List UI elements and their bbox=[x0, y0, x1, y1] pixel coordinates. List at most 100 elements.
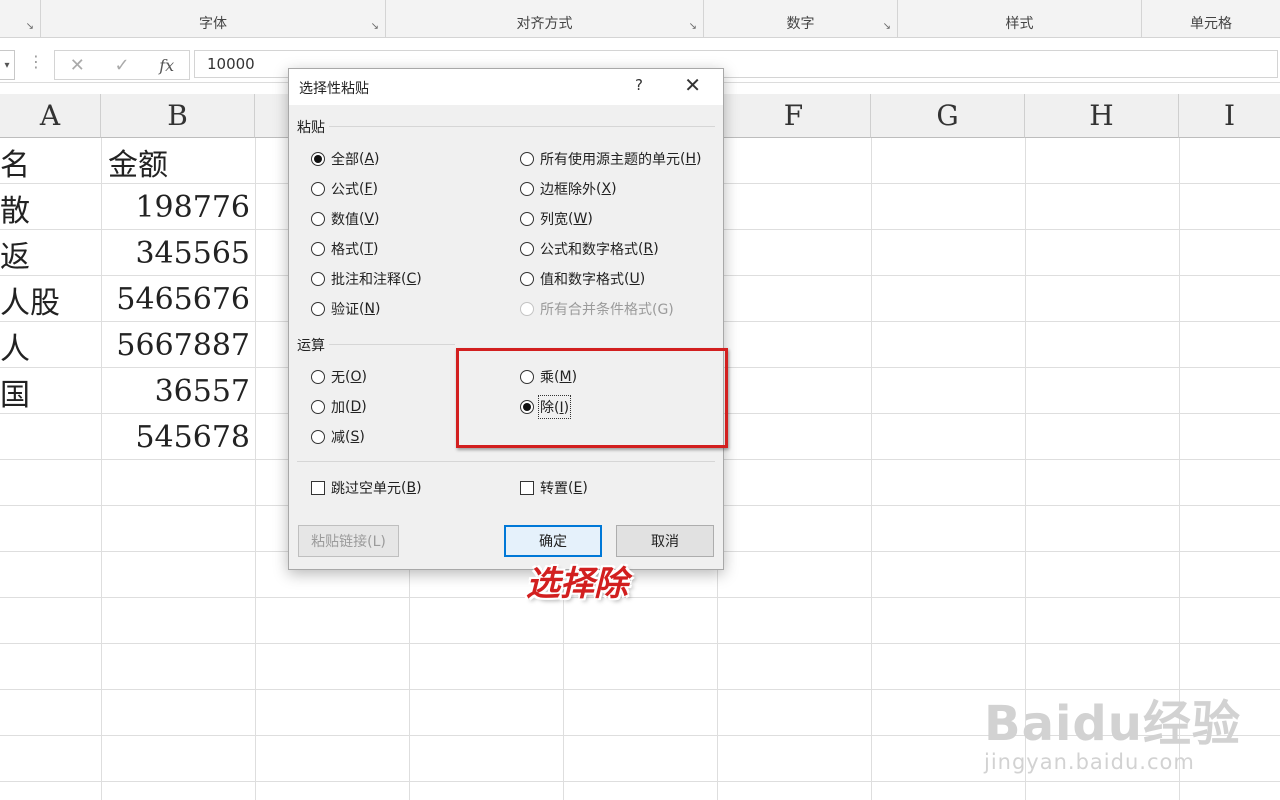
highlight-box bbox=[456, 348, 728, 448]
number-launcher-icon[interactable]: ↘ bbox=[883, 21, 891, 32]
radio-button bbox=[520, 302, 534, 316]
option-hotkey: F bbox=[364, 181, 373, 197]
column-header-b[interactable]: B bbox=[101, 94, 255, 138]
cancel-formula-icon[interactable]: ✕ bbox=[70, 55, 85, 76]
radio-op-add[interactable]: 加(D) bbox=[311, 397, 367, 417]
column-header-a[interactable]: A bbox=[0, 94, 101, 138]
checkbox[interactable] bbox=[520, 481, 534, 495]
cell-a3[interactable]: 返 bbox=[0, 231, 100, 276]
dialog-title-bar[interactable]: 选择性粘贴 ? ✕ bbox=[289, 69, 723, 105]
cell-b1[interactable]: 金额 bbox=[104, 139, 254, 184]
radio-button[interactable] bbox=[311, 400, 325, 414]
ribbon-group-cells: 单元格 bbox=[1142, 0, 1280, 37]
insert-function-icon[interactable]: fx bbox=[159, 56, 174, 75]
radio-button[interactable] bbox=[311, 430, 325, 444]
radio-button[interactable] bbox=[311, 212, 325, 226]
radio-paste-formats[interactable]: 格式(T) bbox=[311, 239, 379, 259]
option-hotkey: T bbox=[364, 241, 374, 257]
radio-paste-formulas[interactable]: 公式(F) bbox=[311, 179, 378, 199]
radio-button[interactable] bbox=[520, 242, 534, 256]
cell-a5[interactable]: 人 bbox=[0, 323, 100, 368]
option-hotkey: O bbox=[350, 369, 362, 385]
alignment-launcher-icon[interactable]: ↘ bbox=[689, 21, 697, 32]
formula-bar-buttons: ✕ ✓ fx bbox=[54, 50, 190, 80]
radio-button[interactable] bbox=[520, 152, 534, 166]
radio-paste-values-number-formats[interactable]: 值和数字格式(U) bbox=[520, 269, 645, 289]
option-label: 边框除外 bbox=[540, 182, 596, 198]
cell-a4[interactable]: 人股 bbox=[0, 277, 100, 322]
close-icon[interactable]: ✕ bbox=[684, 73, 701, 97]
cell-b6[interactable]: 36557 bbox=[104, 369, 250, 414]
option-label: 跳过空单元 bbox=[331, 481, 401, 497]
cancel-button[interactable]: 取消 bbox=[616, 525, 714, 557]
option-label: 所有使用源主题的单元 bbox=[540, 152, 680, 168]
ribbon-group-label: 单元格 bbox=[1190, 16, 1232, 32]
radio-paste-except-borders[interactable]: 边框除外(X) bbox=[520, 179, 617, 199]
option-hotkey: R bbox=[643, 241, 654, 257]
option-label: 转置 bbox=[540, 481, 568, 497]
option-label: 所有合并条件格式(G) bbox=[540, 302, 674, 318]
grid-line bbox=[255, 138, 256, 800]
option-hotkey: A bbox=[364, 151, 375, 167]
radio-paste-source-theme[interactable]: 所有使用源主题的单元(H) bbox=[520, 149, 701, 169]
radio-button[interactable] bbox=[520, 272, 534, 286]
name-box-dropdown-icon[interactable]: ▾ bbox=[0, 50, 15, 80]
radio-paste-validation[interactable]: 验证(N) bbox=[311, 299, 380, 319]
checkbox-skip-blanks[interactable]: 跳过空单元(B) bbox=[311, 478, 422, 498]
ribbon-group-styles: 样式 bbox=[898, 0, 1142, 37]
radio-paste-formulas-number-formats[interactable]: 公式和数字格式(R) bbox=[520, 239, 659, 259]
radio-paste-comments[interactable]: 批注和注释(C) bbox=[311, 269, 422, 289]
cell-b2[interactable]: 198776 bbox=[104, 185, 250, 230]
ribbon-group-label: 样式 bbox=[1005, 16, 1034, 32]
cell-b3[interactable]: 345565 bbox=[104, 231, 250, 276]
ribbon-group-label: 字体 bbox=[199, 16, 227, 32]
ribbon-group-font: 字体 ↘ bbox=[41, 0, 386, 37]
radio-op-subtract[interactable]: 减(S) bbox=[311, 427, 365, 447]
grid-line bbox=[871, 138, 872, 800]
radio-paste-values[interactable]: 数值(V) bbox=[311, 209, 380, 229]
cell-b5[interactable]: 5667887 bbox=[104, 323, 250, 368]
radio-button[interactable] bbox=[520, 212, 534, 226]
checkbox-transpose[interactable]: 转置(E) bbox=[520, 478, 588, 498]
column-header-f[interactable]: F bbox=[717, 94, 871, 138]
paste-link-button: 粘贴链接(L) bbox=[298, 525, 399, 557]
option-hotkey: H bbox=[685, 151, 696, 167]
help-icon[interactable]: ? bbox=[635, 76, 643, 94]
cell-a1[interactable]: 名 bbox=[0, 139, 100, 184]
clipboard-launcher-icon[interactable]: ↘ bbox=[26, 21, 34, 32]
cell-a6[interactable]: 国 bbox=[0, 369, 100, 414]
radio-button[interactable] bbox=[520, 182, 534, 196]
radio-button[interactable] bbox=[311, 182, 325, 196]
radio-paste-all[interactable]: 全部(A) bbox=[311, 149, 380, 169]
option-hotkey: E bbox=[573, 480, 583, 496]
radio-button[interactable] bbox=[311, 370, 325, 384]
radio-button[interactable] bbox=[311, 152, 325, 166]
column-header-g[interactable]: G bbox=[871, 94, 1025, 138]
cell-b7[interactable]: 545678 bbox=[104, 415, 250, 460]
enter-formula-icon[interactable]: ✓ bbox=[115, 55, 130, 76]
font-launcher-icon[interactable]: ↘ bbox=[371, 21, 379, 32]
ribbon-group-alignment: 对齐方式 ↘ bbox=[386, 0, 704, 37]
column-header-h[interactable]: H bbox=[1025, 94, 1179, 138]
radio-paste-column-widths[interactable]: 列宽(W) bbox=[520, 209, 593, 229]
column-header-i[interactable]: I bbox=[1179, 94, 1280, 138]
more-dots-icon[interactable]: ⋮ bbox=[28, 52, 44, 71]
option-label: 加 bbox=[331, 400, 345, 416]
grid-line bbox=[0, 597, 1280, 598]
option-hotkey: U bbox=[629, 271, 640, 287]
radio-button[interactable] bbox=[311, 272, 325, 286]
radio-button[interactable] bbox=[311, 242, 325, 256]
radio-button[interactable] bbox=[311, 302, 325, 316]
option-label: 减 bbox=[331, 430, 345, 446]
cell-b4[interactable]: 5465676 bbox=[104, 277, 250, 322]
option-hotkey: D bbox=[350, 399, 362, 415]
ok-button[interactable]: 确定 bbox=[504, 525, 602, 557]
checkbox[interactable] bbox=[311, 481, 325, 495]
cell-a2[interactable]: 散 bbox=[0, 185, 100, 230]
option-label: 公式和数字格式 bbox=[540, 242, 638, 258]
option-hotkey: V bbox=[364, 211, 375, 227]
radio-op-none[interactable]: 无(O) bbox=[311, 367, 367, 387]
divider bbox=[297, 461, 715, 462]
baidu-jingyan-watermark: Baidu经验 jingyan.baidu.com bbox=[984, 684, 1241, 774]
option-label: 格式 bbox=[331, 242, 359, 258]
